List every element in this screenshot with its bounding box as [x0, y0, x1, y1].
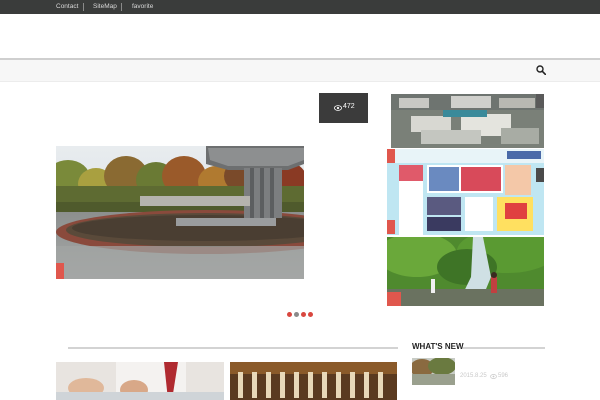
news-thumbnail[interactable]	[412, 358, 455, 385]
side-thumb-waterfall[interactable]	[387, 237, 544, 306]
side-thumb-website[interactable]	[387, 149, 544, 235]
slider-dot[interactable]	[294, 312, 299, 317]
article-card-image[interactable]	[56, 362, 224, 400]
contact-link[interactable]: Contact	[56, 3, 78, 10]
view-count: 472	[343, 103, 355, 110]
search-icon[interactable]	[536, 65, 546, 75]
slider-dot[interactable]	[308, 312, 313, 317]
favorite-link[interactable]: favorite	[132, 3, 153, 10]
top-bar-divider	[121, 3, 122, 11]
section-divider	[463, 347, 545, 349]
side-thumb-tab	[536, 94, 544, 108]
side-thumb-tab	[536, 168, 544, 182]
news-date: 2015.8.25	[460, 373, 487, 379]
side-thumb-tab	[387, 292, 401, 306]
side-thumb-mall[interactable]	[391, 94, 544, 148]
eye-icon	[334, 105, 342, 111]
top-bar-divider	[83, 3, 84, 11]
whats-new-title: WHAT'S NEW	[412, 342, 464, 351]
sitemap-link[interactable]: SiteMap	[93, 3, 117, 10]
section-divider	[68, 347, 398, 349]
side-thumb-tab	[387, 149, 395, 163]
eye-icon	[490, 374, 497, 379]
news-views: 596	[498, 373, 509, 379]
slider-dot[interactable]	[287, 312, 292, 317]
top-bar: Contact SiteMap favorite	[0, 0, 600, 14]
slider-dot[interactable]	[301, 312, 306, 317]
article-card-image[interactable]	[230, 362, 397, 400]
main-slide-image[interactable]	[56, 146, 304, 279]
side-thumb-tab	[387, 220, 395, 234]
slide-corner-tab	[56, 263, 64, 279]
view-count-badge: 472	[319, 93, 368, 123]
main-nav	[0, 60, 600, 82]
